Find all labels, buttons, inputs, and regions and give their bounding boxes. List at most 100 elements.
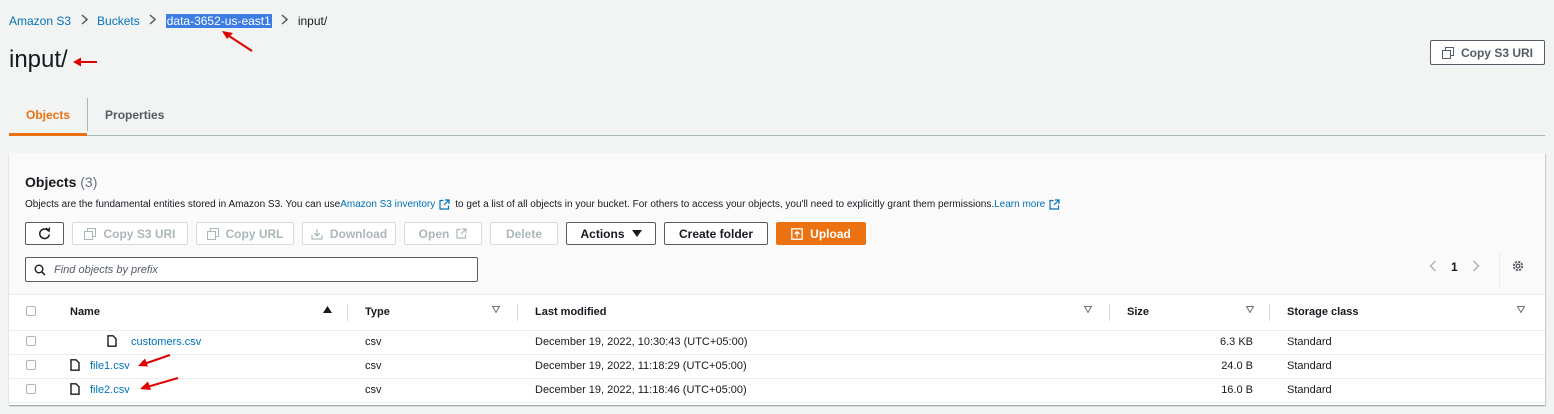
page-title: input/ bbox=[9, 46, 68, 73]
previous-page-icon[interactable] bbox=[1429, 259, 1437, 275]
column-type[interactable]: Type bbox=[348, 295, 518, 331]
delete-button[interactable]: Delete bbox=[490, 222, 558, 245]
copy-url-label: Copy URL bbox=[225, 226, 284, 241]
chevron-right-icon bbox=[80, 14, 88, 28]
chevron-right-icon bbox=[281, 14, 289, 28]
column-name[interactable]: Name bbox=[53, 295, 348, 331]
tab-objects-label: Objects bbox=[26, 108, 71, 122]
next-page-icon[interactable] bbox=[1472, 259, 1480, 275]
caret-down-icon bbox=[631, 230, 642, 237]
search-icon bbox=[34, 264, 46, 276]
copy-s3-uri-toolbar-label: Copy S3 URI bbox=[103, 226, 176, 241]
copy-s3-uri-label: Copy S3 URI bbox=[1460, 45, 1533, 60]
objects-panel: Objects (3) Objects are the fundamental … bbox=[9, 153, 1545, 405]
pager-divider bbox=[1499, 253, 1500, 287]
column-storage-class-label: Storage class bbox=[1287, 306, 1359, 319]
tab-properties-label: Properties bbox=[105, 108, 165, 122]
open-button[interactable]: Open bbox=[404, 222, 482, 245]
sort-ascending-icon bbox=[323, 306, 332, 313]
storage-class-cell: Standard bbox=[1270, 378, 1545, 403]
current-page[interactable]: 1 bbox=[1451, 260, 1458, 274]
annotation-arrow-icon bbox=[73, 57, 97, 67]
external-link-icon bbox=[1049, 199, 1060, 210]
s3-inventory-link[interactable]: Amazon S3 inventory bbox=[340, 199, 435, 210]
file-name-link[interactable]: customers.csv bbox=[131, 336, 201, 348]
breadcrumb: Amazon S3 Buckets data-3652-us-east1 inp… bbox=[9, 13, 327, 29]
copy-icon bbox=[1441, 46, 1454, 59]
column-last-modified-label: Last modified bbox=[535, 306, 607, 319]
actions-label: Actions bbox=[580, 226, 625, 241]
upload-button[interactable]: Upload bbox=[776, 222, 866, 245]
storage-class-cell: Standard bbox=[1270, 354, 1545, 379]
learn-more-link[interactable]: Learn more bbox=[994, 199, 1045, 210]
sort-icon bbox=[492, 306, 500, 313]
table-row[interactable]: file2.csv csv December 19, 2022, 11:18:4… bbox=[9, 378, 1545, 403]
upload-icon bbox=[791, 227, 804, 240]
file-name-link[interactable]: file1.csv bbox=[90, 360, 130, 372]
copy-icon bbox=[84, 227, 97, 240]
type-cell: csv bbox=[348, 330, 518, 355]
objects-description: Objects are the fundamental entities sto… bbox=[25, 199, 1065, 210]
external-link-icon bbox=[439, 199, 450, 210]
download-label: Download bbox=[329, 226, 388, 241]
row-select-cell bbox=[9, 378, 53, 403]
row-checkbox[interactable] bbox=[26, 383, 36, 394]
breadcrumb-buckets[interactable]: Buckets bbox=[97, 14, 140, 28]
file-name-link[interactable]: file2.csv bbox=[90, 384, 130, 396]
desc-text-2: to get a list of all objects in your buc… bbox=[455, 199, 995, 210]
copy-url-button[interactable]: Copy URL bbox=[196, 222, 294, 245]
create-folder-button[interactable]: Create folder bbox=[664, 222, 768, 245]
last-modified-cell: December 19, 2022, 10:30:43 (UTC+05:00) bbox=[518, 330, 1110, 355]
upload-label: Upload bbox=[810, 226, 851, 241]
chevron-right-icon bbox=[149, 14, 157, 28]
file-icon bbox=[107, 334, 117, 350]
open-label: Open bbox=[418, 226, 450, 241]
gear-icon[interactable] bbox=[1511, 259, 1525, 273]
column-storage-class[interactable]: Storage class bbox=[1270, 295, 1545, 331]
breadcrumb-bucket-name[interactable]: data-3652-us-east1 bbox=[165, 14, 272, 28]
name-cell: file1.csv bbox=[53, 354, 348, 379]
download-icon bbox=[311, 228, 323, 240]
name-cell: file2.csv bbox=[53, 378, 348, 403]
size-cell: 16.0 B bbox=[1110, 378, 1270, 403]
objects-toolbar: Copy S3 URI Copy URL Download Open Delet… bbox=[25, 222, 866, 245]
select-all-header bbox=[9, 295, 53, 331]
file-icon bbox=[70, 382, 80, 398]
pagination: 1 bbox=[1429, 259, 1480, 275]
tab-properties[interactable]: Properties bbox=[88, 96, 181, 134]
search-input[interactable] bbox=[54, 263, 454, 276]
name-cell: customers.csv bbox=[53, 330, 348, 355]
column-name-label: Name bbox=[70, 306, 100, 319]
refresh-button[interactable] bbox=[25, 222, 64, 245]
copy-s3-uri-button[interactable]: Copy S3 URI bbox=[1430, 40, 1545, 65]
delete-label: Delete bbox=[505, 226, 543, 241]
last-modified-cell: December 19, 2022, 11:18:46 (UTC+05:00) bbox=[518, 378, 1110, 403]
size-cell: 24.0 B bbox=[1110, 354, 1270, 379]
row-select-cell bbox=[9, 330, 53, 355]
column-size[interactable]: Size bbox=[1110, 295, 1270, 331]
actions-dropdown[interactable]: Actions bbox=[566, 222, 656, 245]
create-folder-label: Create folder bbox=[678, 226, 754, 241]
row-checkbox[interactable] bbox=[26, 335, 36, 346]
last-modified-cell: December 19, 2022, 11:18:29 (UTC+05:00) bbox=[518, 354, 1110, 379]
external-link-icon bbox=[456, 228, 467, 239]
sort-icon bbox=[1084, 306, 1092, 313]
row-select-cell bbox=[9, 354, 53, 379]
copy-s3-uri-toolbar-button[interactable]: Copy S3 URI bbox=[72, 222, 188, 245]
column-size-label: Size bbox=[1127, 306, 1150, 319]
table-row[interactable]: customers.csv csv December 19, 2022, 10:… bbox=[9, 330, 1545, 355]
tab-objects[interactable]: Objects bbox=[9, 96, 88, 136]
column-last-modified[interactable]: Last modified bbox=[518, 295, 1110, 331]
objects-count: (3) bbox=[80, 174, 98, 190]
tab-bar: Objects Properties bbox=[9, 96, 1545, 136]
table-row[interactable]: file1.csv csv December 19, 2022, 11:18:2… bbox=[9, 354, 1545, 379]
sort-icon bbox=[1246, 306, 1254, 313]
breadcrumb-amazon-s3[interactable]: Amazon S3 bbox=[9, 14, 71, 28]
select-all-checkbox[interactable] bbox=[26, 305, 36, 316]
objects-table: Name Type Last modified Size Storage cla… bbox=[9, 295, 1545, 403]
row-checkbox[interactable] bbox=[26, 359, 36, 370]
search-box bbox=[25, 257, 478, 282]
download-button[interactable]: Download bbox=[302, 222, 396, 245]
type-cell: csv bbox=[348, 354, 518, 379]
type-cell: csv bbox=[348, 378, 518, 403]
